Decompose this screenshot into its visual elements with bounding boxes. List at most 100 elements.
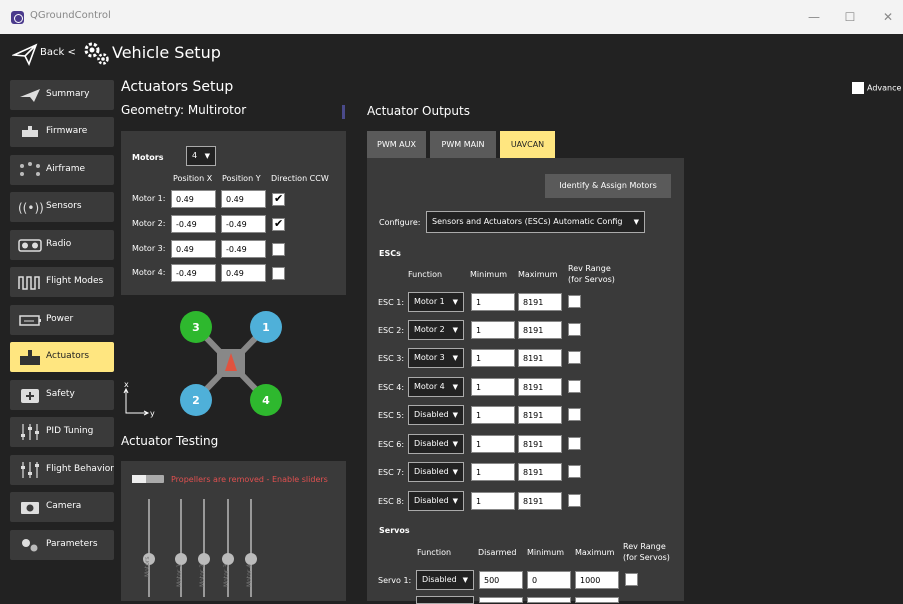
- sidebar-item-camera[interactable]: Camera: [10, 492, 114, 522]
- motor-1-position-y[interactable]: 0.49: [221, 190, 266, 208]
- identify-assign-motors-button[interactable]: Identify & Assign Motors: [545, 174, 671, 198]
- esc-7-maximum[interactable]: 8191: [518, 463, 562, 481]
- esc-2-rev-range-checkbox[interactable]: [568, 323, 581, 336]
- servo-1-minimum[interactable]: 0: [527, 571, 571, 589]
- axis-x-label: x: [124, 380, 129, 389]
- esc-8-minimum[interactable]: 1: [471, 492, 515, 510]
- servo-1-function-select[interactable]: Disabled ▼: [416, 570, 474, 590]
- motor-3-ccw-checkbox[interactable]: [272, 243, 285, 256]
- advanced-checkbox[interactable]: [852, 82, 864, 94]
- esc-1-function-select[interactable]: Motor 1 ▼: [408, 292, 464, 312]
- close-button[interactable]: ✕: [872, 6, 903, 28]
- back-button[interactable]: Back <: [40, 47, 76, 58]
- servo-1-rev-range-checkbox[interactable]: [625, 573, 638, 586]
- maximize-button[interactable]: ☐: [834, 6, 866, 28]
- tab-uavcan[interactable]: UAVCAN: [500, 131, 555, 158]
- motor-4-ccw-checkbox[interactable]: [272, 267, 285, 280]
- esc-6-minimum[interactable]: 1: [471, 435, 515, 453]
- esc-6-rev-range-checkbox[interactable]: [568, 437, 581, 450]
- esc-1-maximum[interactable]: 8191: [518, 293, 562, 311]
- main-toolbar: Back < Vehicle Setup: [0, 34, 903, 74]
- sidebar-item-actuators[interactable]: Actuators: [10, 342, 114, 372]
- esc-3-rev-range-checkbox[interactable]: [568, 351, 581, 364]
- esc-7-function-select[interactable]: Disabled ▼: [408, 462, 464, 482]
- motor-1-ccw-checkbox[interactable]: [272, 192, 285, 206]
- sidebar-item-label: Firmware: [46, 126, 88, 136]
- esc-8-maximum[interactable]: 8191: [518, 492, 562, 510]
- esc-5-rev-range-checkbox[interactable]: [568, 408, 581, 421]
- sidebar-item-flight-behavior[interactable]: Flight Behavior: [10, 455, 114, 485]
- sidebar-item-safety[interactable]: Safety: [10, 380, 114, 410]
- esc-5-maximum[interactable]: 8191: [518, 406, 562, 424]
- esc-1-minimum[interactable]: 1: [471, 293, 515, 311]
- esc-6-function-select[interactable]: Disabled ▼: [408, 434, 464, 454]
- plan-view-icon[interactable]: [12, 42, 38, 66]
- geometry-panel: Motors 4 ▼ Position X Position Y Directio…: [121, 131, 346, 295]
- esc-7-label: ESC 7:: [378, 468, 405, 477]
- sidebar-item-firmware[interactable]: Firmware: [10, 117, 114, 147]
- motor-3-position-y[interactable]: -0.49: [221, 240, 266, 258]
- servo-2-function-select[interactable]: [416, 596, 474, 604]
- motors-count-select[interactable]: 4 ▼: [186, 146, 216, 166]
- motor-1-position-x[interactable]: 0.49: [171, 190, 216, 208]
- motor-2-position-x[interactable]: -0.49: [171, 215, 216, 233]
- esc-1-rev-range-checkbox[interactable]: [568, 295, 581, 308]
- sidebar-item-airframe[interactable]: Airframe: [10, 155, 114, 185]
- advanced-toggle[interactable]: Advance: [852, 82, 901, 94]
- esc-8-rev-range-checkbox[interactable]: [568, 494, 581, 507]
- esc-5-minimum[interactable]: 1: [471, 406, 515, 424]
- sidebar-item-summary[interactable]: Summary: [10, 80, 114, 110]
- motor-3-position-x[interactable]: 0.49: [171, 240, 216, 258]
- servo-col-maximum: Maximum: [575, 548, 615, 557]
- tab-pwm-aux[interactable]: PWM AUX: [367, 131, 426, 158]
- esc-7-minimum[interactable]: 1: [471, 463, 515, 481]
- parameters-icon: [22, 539, 38, 552]
- servo-1-disarmed[interactable]: 500: [479, 571, 523, 589]
- sidebar-item-flight-modes[interactable]: Flight Modes: [10, 267, 114, 297]
- servo-2-minimum[interactable]: [527, 597, 571, 603]
- motors-count-value: 4: [192, 151, 198, 160]
- esc-2-function-select[interactable]: Motor 2 ▼: [408, 320, 464, 340]
- sidebar-item-parameters[interactable]: Parameters: [10, 530, 114, 560]
- esc-2-maximum[interactable]: 8191: [518, 321, 562, 339]
- motor-4-label: Motor 4:: [132, 268, 166, 277]
- scrollbar-thumb[interactable]: [342, 105, 345, 119]
- sidebar-item-sensors[interactable]: ((•)) Sensors: [10, 192, 114, 222]
- motor-4-position-y[interactable]: 0.49: [221, 264, 266, 282]
- actuator-testing-panel: Propellers are removed - Enable sliders …: [121, 461, 346, 601]
- esc-3-function-select[interactable]: Motor 3 ▼: [408, 348, 464, 368]
- enable-sliders-toggle[interactable]: [132, 475, 164, 483]
- motor-2-position-y[interactable]: -0.49: [221, 215, 266, 233]
- esc-4-function-select[interactable]: Motor 4 ▼: [408, 377, 464, 397]
- configure-select[interactable]: Sensors and Actuators (ESCs) Automatic C…: [426, 211, 645, 233]
- sidebar-item-pid-tuning[interactable]: PID Tuning: [10, 417, 114, 447]
- col-position-y: Position Y: [222, 174, 261, 183]
- esc-3-maximum[interactable]: 8191: [518, 349, 562, 367]
- esc-7-rev-range-checkbox[interactable]: [568, 465, 581, 478]
- actuator-testing-title: Actuator Testing: [121, 434, 219, 448]
- esc-3-minimum[interactable]: 1: [471, 349, 515, 367]
- tab-pwm-main[interactable]: PWM MAIN: [430, 131, 496, 158]
- motor-2-number: 2: [192, 394, 200, 407]
- minimize-button[interactable]: —: [798, 6, 830, 28]
- esc-4-minimum[interactable]: 1: [471, 378, 515, 396]
- servo-1-maximum[interactable]: 1000: [575, 571, 619, 589]
- motor-2-ccw-checkbox[interactable]: [272, 217, 285, 231]
- slider-track-motors[interactable]: [148, 499, 150, 597]
- esc-5-function-select[interactable]: Disabled ▼: [408, 405, 464, 425]
- servo-1-label: Servo 1:: [378, 576, 412, 585]
- esc-2-minimum[interactable]: 1: [471, 321, 515, 339]
- esc-6-maximum[interactable]: 8191: [518, 435, 562, 453]
- sidebar-item-label: Summary: [46, 89, 90, 99]
- sidebar-item-label: Flight Modes: [46, 276, 104, 286]
- sidebar-item-power[interactable]: Power: [10, 305, 114, 335]
- sidebar-item-radio[interactable]: Radio: [10, 230, 114, 260]
- esc-4-rev-range-checkbox[interactable]: [568, 380, 581, 393]
- motor-4-position-x[interactable]: -0.49: [171, 264, 216, 282]
- servo-2-maximum[interactable]: [575, 597, 619, 603]
- esc-4-maximum[interactable]: 8191: [518, 378, 562, 396]
- escs-title: ESCs: [379, 249, 401, 258]
- servo-2-disarmed[interactable]: [479, 597, 523, 603]
- motor-3-number: 3: [192, 321, 200, 334]
- esc-8-function-select[interactable]: Disabled ▼: [408, 491, 464, 511]
